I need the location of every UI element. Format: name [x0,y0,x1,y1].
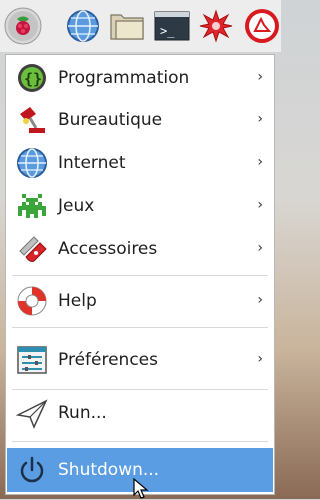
menu-separator [12,327,268,328]
power-icon [15,453,49,487]
menu-item-label: Bureautique [58,109,163,130]
submenu-chevron-icon: › [257,111,263,127]
mouse-cursor-icon [133,478,149,499]
menu-item-help[interactable]: Help › [7,279,273,322]
menu-item-bureautique[interactable]: Bureautique › [7,98,273,141]
menu-item-accessoires[interactable]: Accessoires › [7,227,273,270]
menu-item-run[interactable]: Run... [7,391,273,434]
globe-icon [15,146,49,180]
menu-item-preferences[interactable]: Préférences › [7,338,273,381]
menu-item-label: Préférences [58,349,158,370]
submenu-chevron-icon: › [257,351,263,367]
menu-item-label: Help [58,290,97,311]
submenu-chevron-icon: › [257,292,263,308]
pocket-knife-icon [15,232,49,266]
file-manager-icon[interactable] [108,7,146,45]
menu-separator [12,441,268,442]
paper-plane-icon [15,396,49,430]
submenu-chevron-icon: › [257,154,263,170]
programming-icon: {} [15,61,49,95]
menu-item-label: Shutdown... [58,460,160,480]
menu-item-label: Programmation [58,67,190,88]
lifebuoy-icon [15,284,49,318]
menu-item-label: Jeux [58,195,95,216]
app-menu: {} Programmation › Bureautique › Interne… [5,54,275,495]
games-invader-icon [15,189,49,223]
menu-item-internet[interactable]: Internet › [7,141,273,184]
web-browser-icon[interactable] [64,7,102,45]
menu-item-programmation[interactable]: {} Programmation › [7,56,273,99]
submenu-chevron-icon: › [257,197,263,213]
menu-separator [12,389,268,390]
menu-item-label: Run... [58,402,107,423]
menu-item-jeux[interactable]: Jeux › [7,184,273,227]
menu-item-label: Accessoires [58,238,158,259]
wolfram-icon[interactable] [243,7,281,45]
office-lamp-icon [15,103,49,137]
preferences-icon [15,343,49,377]
menu-item-label: Internet [58,152,126,173]
taskbar: >_ [0,0,281,52]
raspberry-menu-icon[interactable] [4,7,42,45]
menu-separator [12,275,268,276]
submenu-chevron-icon: › [257,69,263,85]
mathematica-icon[interactable] [197,7,235,45]
svg-text:{}: {} [24,70,42,88]
svg-text:>_: >_ [160,24,175,38]
submenu-chevron-icon: › [257,240,263,256]
terminal-icon[interactable]: >_ [153,7,191,45]
